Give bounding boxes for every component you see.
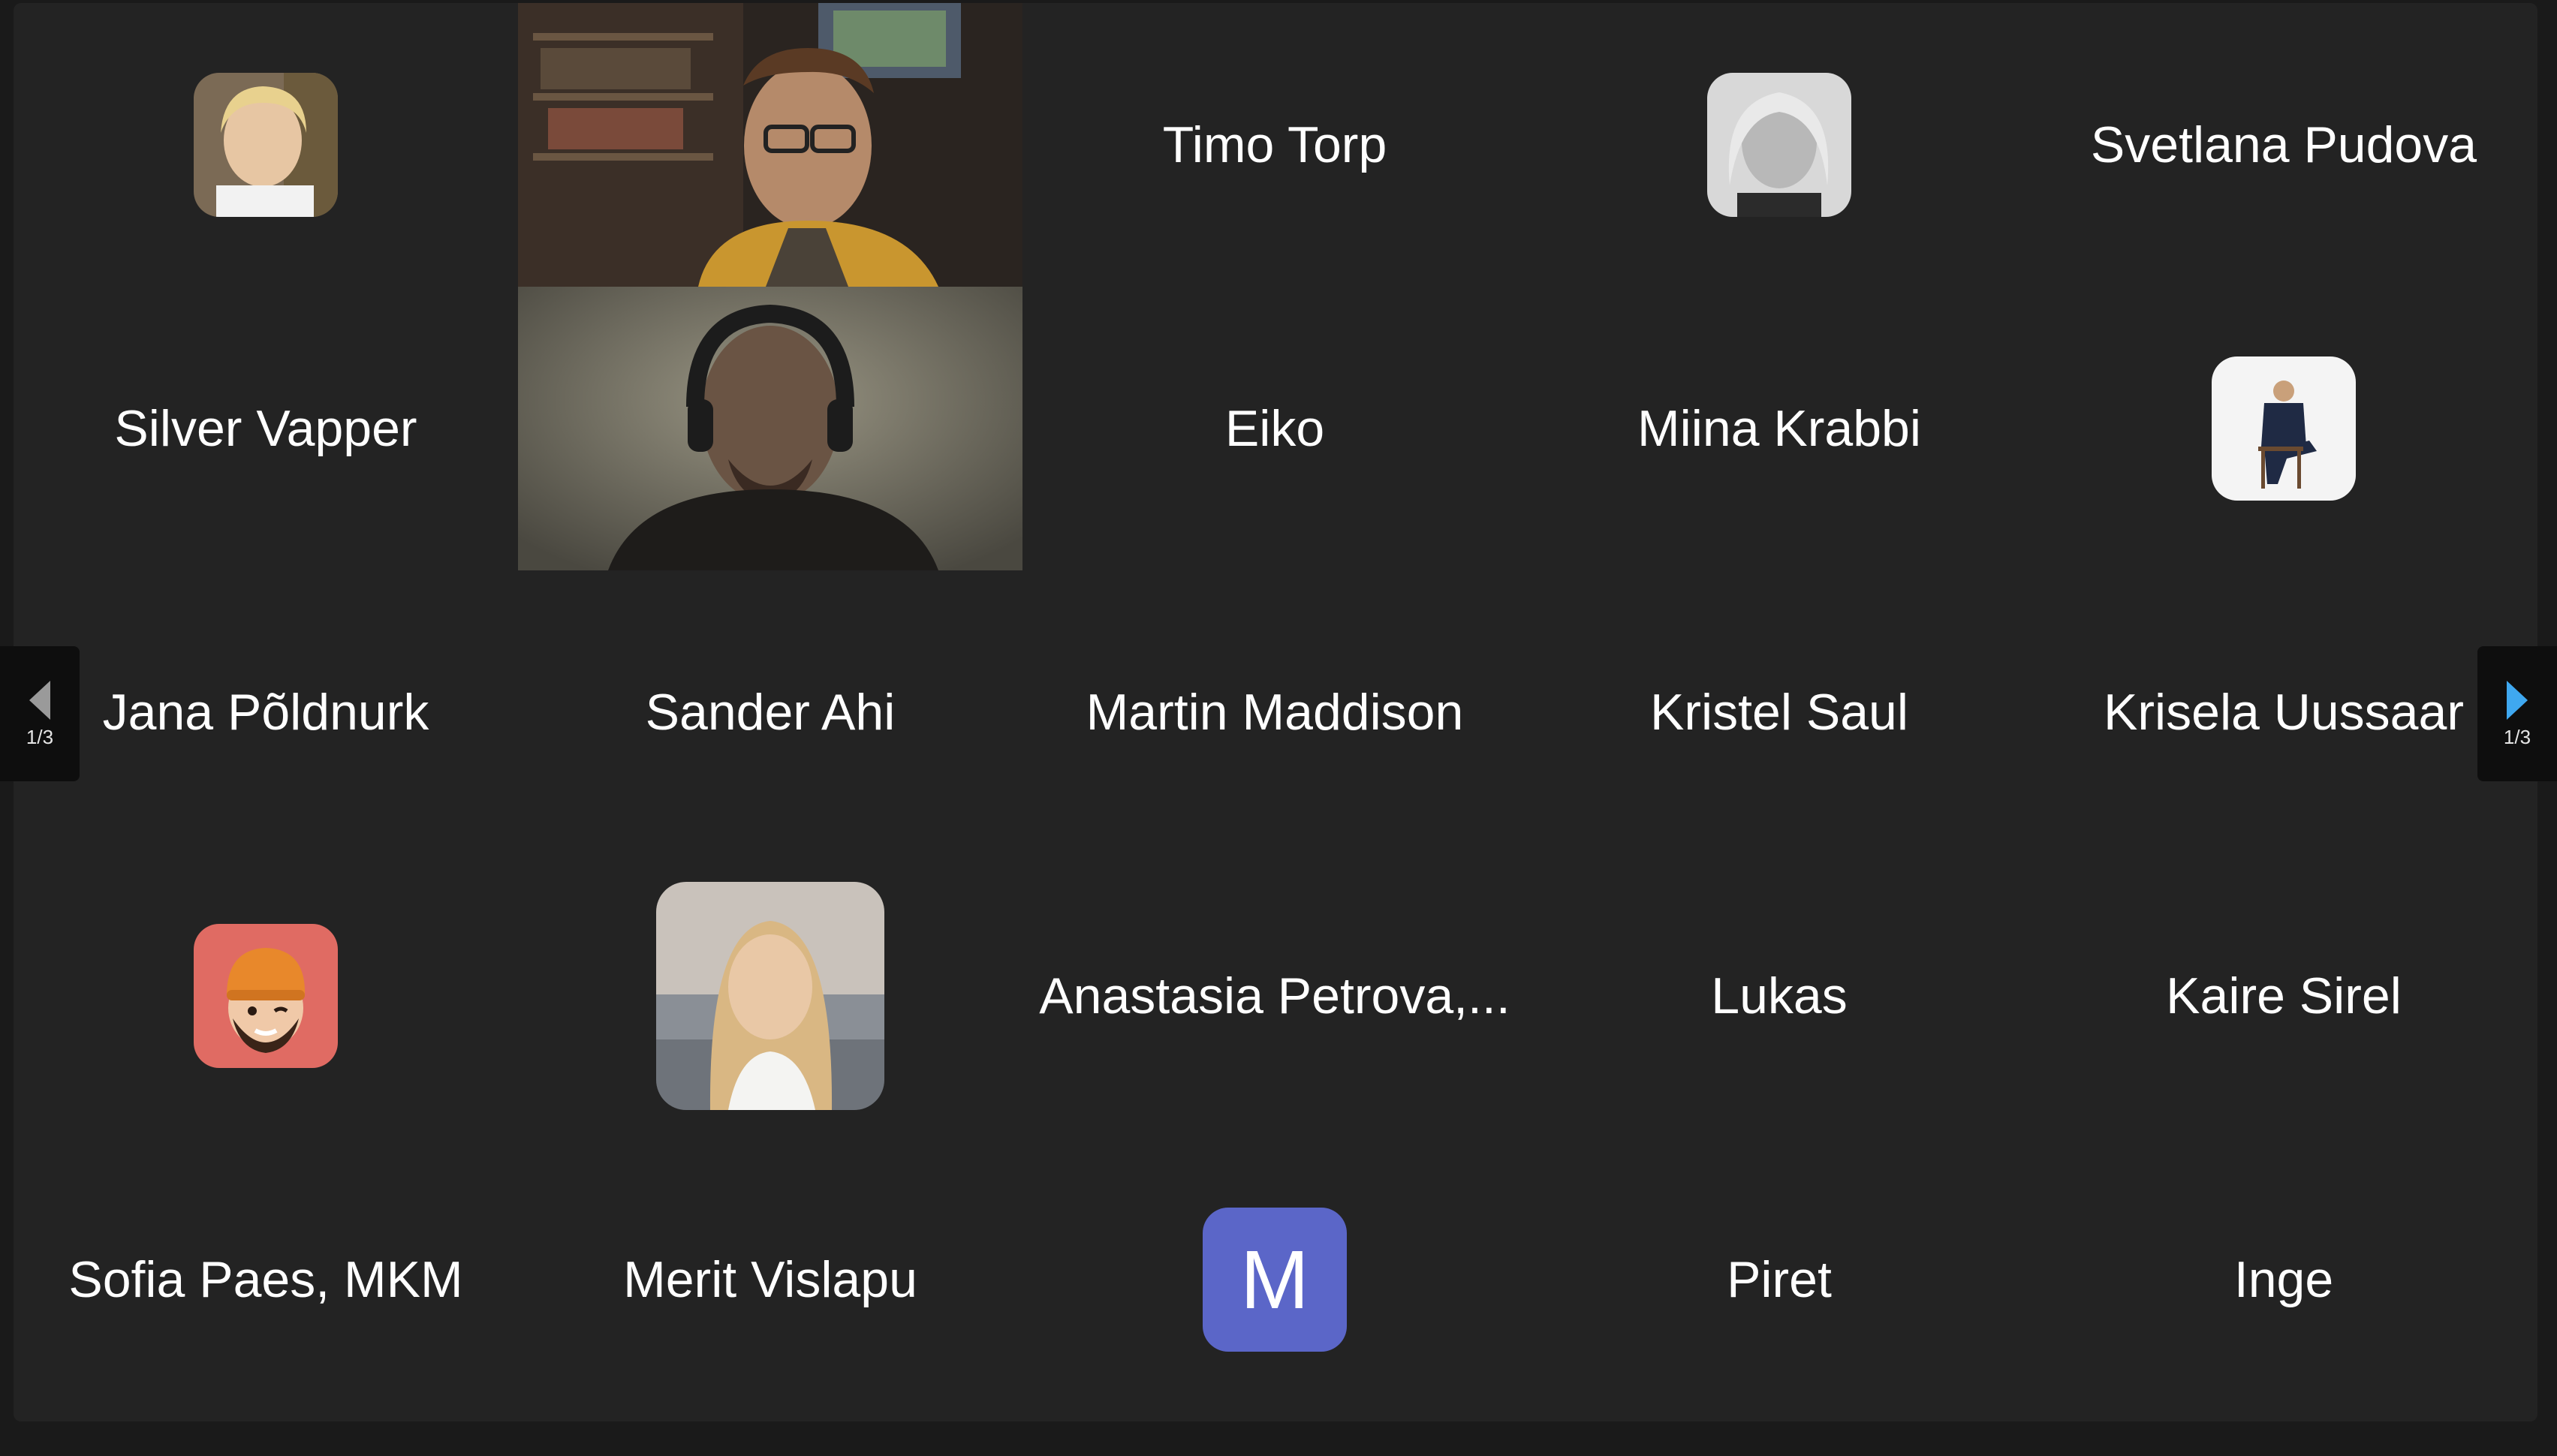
letter-avatar: M: [1203, 1208, 1347, 1352]
gallery-view: Timo Torp Svetlana Pudova Silver Vapper: [0, 0, 2557, 1456]
video-feed-man-headphones: [518, 287, 1022, 570]
profile-photo-man-on-chair: [2212, 356, 2356, 501]
participant-tile-avatar-woman-1[interactable]: [14, 3, 518, 287]
participant-grid-panel: Timo Torp Svetlana Pudova Silver Vapper: [14, 3, 2537, 1421]
participant-name: Sofia Paes, MKM: [68, 1251, 463, 1308]
participant-tile-avatar-woman-3[interactable]: [518, 854, 1022, 1138]
participant-name: Anastasia Petrova,...: [1039, 967, 1510, 1024]
participant-name: Silver Vapper: [114, 400, 417, 457]
caret-right-icon: [2507, 680, 2528, 720]
participant-tile-timo-torp[interactable]: Timo Torp: [1022, 3, 1527, 287]
participant-tile-lukas[interactable]: Lukas: [1527, 854, 2031, 1138]
participant-tile-avatar-woman-2[interactable]: [1527, 3, 2031, 287]
participant-name: Miina Krabbi: [1637, 400, 1921, 457]
participant-tile-kaire-sirel[interactable]: Kaire Sirel: [2031, 854, 2536, 1138]
participant-tile-active-speaker[interactable]: [518, 287, 1022, 570]
participant-name: Krisela Uussaar: [2104, 684, 2464, 741]
participant-tile-merit-vislapu[interactable]: Merit Vislapu: [518, 1138, 1022, 1421]
next-page-button[interactable]: 1/3: [2477, 646, 2557, 781]
participant-name: Timo Torp: [1162, 116, 1387, 173]
participant-name: Kaire Sirel: [2166, 967, 2402, 1024]
participant-tile-kristel-saul[interactable]: Kristel Saul: [1527, 570, 2031, 854]
previous-page-button[interactable]: 1/3: [0, 646, 80, 781]
participant-tile-martin-maddison[interactable]: Martin Maddison: [1022, 570, 1527, 854]
profile-photo-woman-bw: [1707, 73, 1851, 217]
participant-name: Kristel Saul: [1650, 684, 1908, 741]
participant-tile-krisela-uussaar[interactable]: Krisela Uussaar: [2031, 570, 2536, 854]
participant-tile-letter-avatar[interactable]: M: [1022, 1138, 1527, 1421]
participant-tile-svetlana-pudova[interactable]: Svetlana Pudova: [2031, 3, 2536, 287]
participant-name: Inge: [2233, 1251, 2334, 1308]
participant-tile-sander-ahi[interactable]: Sander Ahi: [518, 570, 1022, 854]
participant-tile-silver-vapper[interactable]: Silver Vapper: [14, 287, 518, 570]
participant-name: Martin Maddison: [1086, 684, 1464, 741]
participant-name: Lukas: [1711, 967, 1848, 1024]
participant-tile-avatar-memoji[interactable]: [14, 854, 518, 1138]
participant-name: Merit Vislapu: [623, 1251, 917, 1308]
caret-left-icon: [29, 680, 50, 720]
participant-grid: Timo Torp Svetlana Pudova Silver Vapper: [14, 3, 2537, 1421]
participant-name: Piret: [1727, 1251, 1832, 1308]
participant-name: Svetlana Pudova: [2090, 116, 2477, 173]
profile-memoji-bearded-man: [194, 924, 338, 1068]
participant-tile-piret[interactable]: Piret: [1527, 1138, 2031, 1421]
participant-name: Eiko: [1224, 400, 1325, 457]
participant-tile-avatar-man-chair[interactable]: [2031, 287, 2536, 570]
profile-photo-woman-blonde: [194, 73, 338, 217]
profile-photo-woman-long-hair: [656, 882, 884, 1110]
participant-tile-jana-poldnurk[interactable]: Jana Põldnurk: [14, 570, 518, 854]
participant-tile-inge[interactable]: Inge: [2031, 1138, 2536, 1421]
participant-tile-video-man-glasses[interactable]: [518, 3, 1022, 287]
page-indicator: 1/3: [2503, 725, 2531, 748]
participant-tile-anastasia-petrova[interactable]: Anastasia Petrova,...: [1022, 854, 1527, 1138]
participant-tile-eiko[interactable]: Eiko: [1022, 287, 1527, 570]
video-feed-man-glasses: [518, 3, 1022, 287]
page-indicator: 1/3: [26, 725, 54, 748]
participant-tile-sofia-paes[interactable]: Sofia Paes, MKM: [14, 1138, 518, 1421]
participant-name: Jana Põldnurk: [102, 684, 429, 741]
participant-name: Sander Ahi: [645, 684, 896, 741]
participant-tile-miina-krabbi[interactable]: Miina Krabbi: [1527, 287, 2031, 570]
